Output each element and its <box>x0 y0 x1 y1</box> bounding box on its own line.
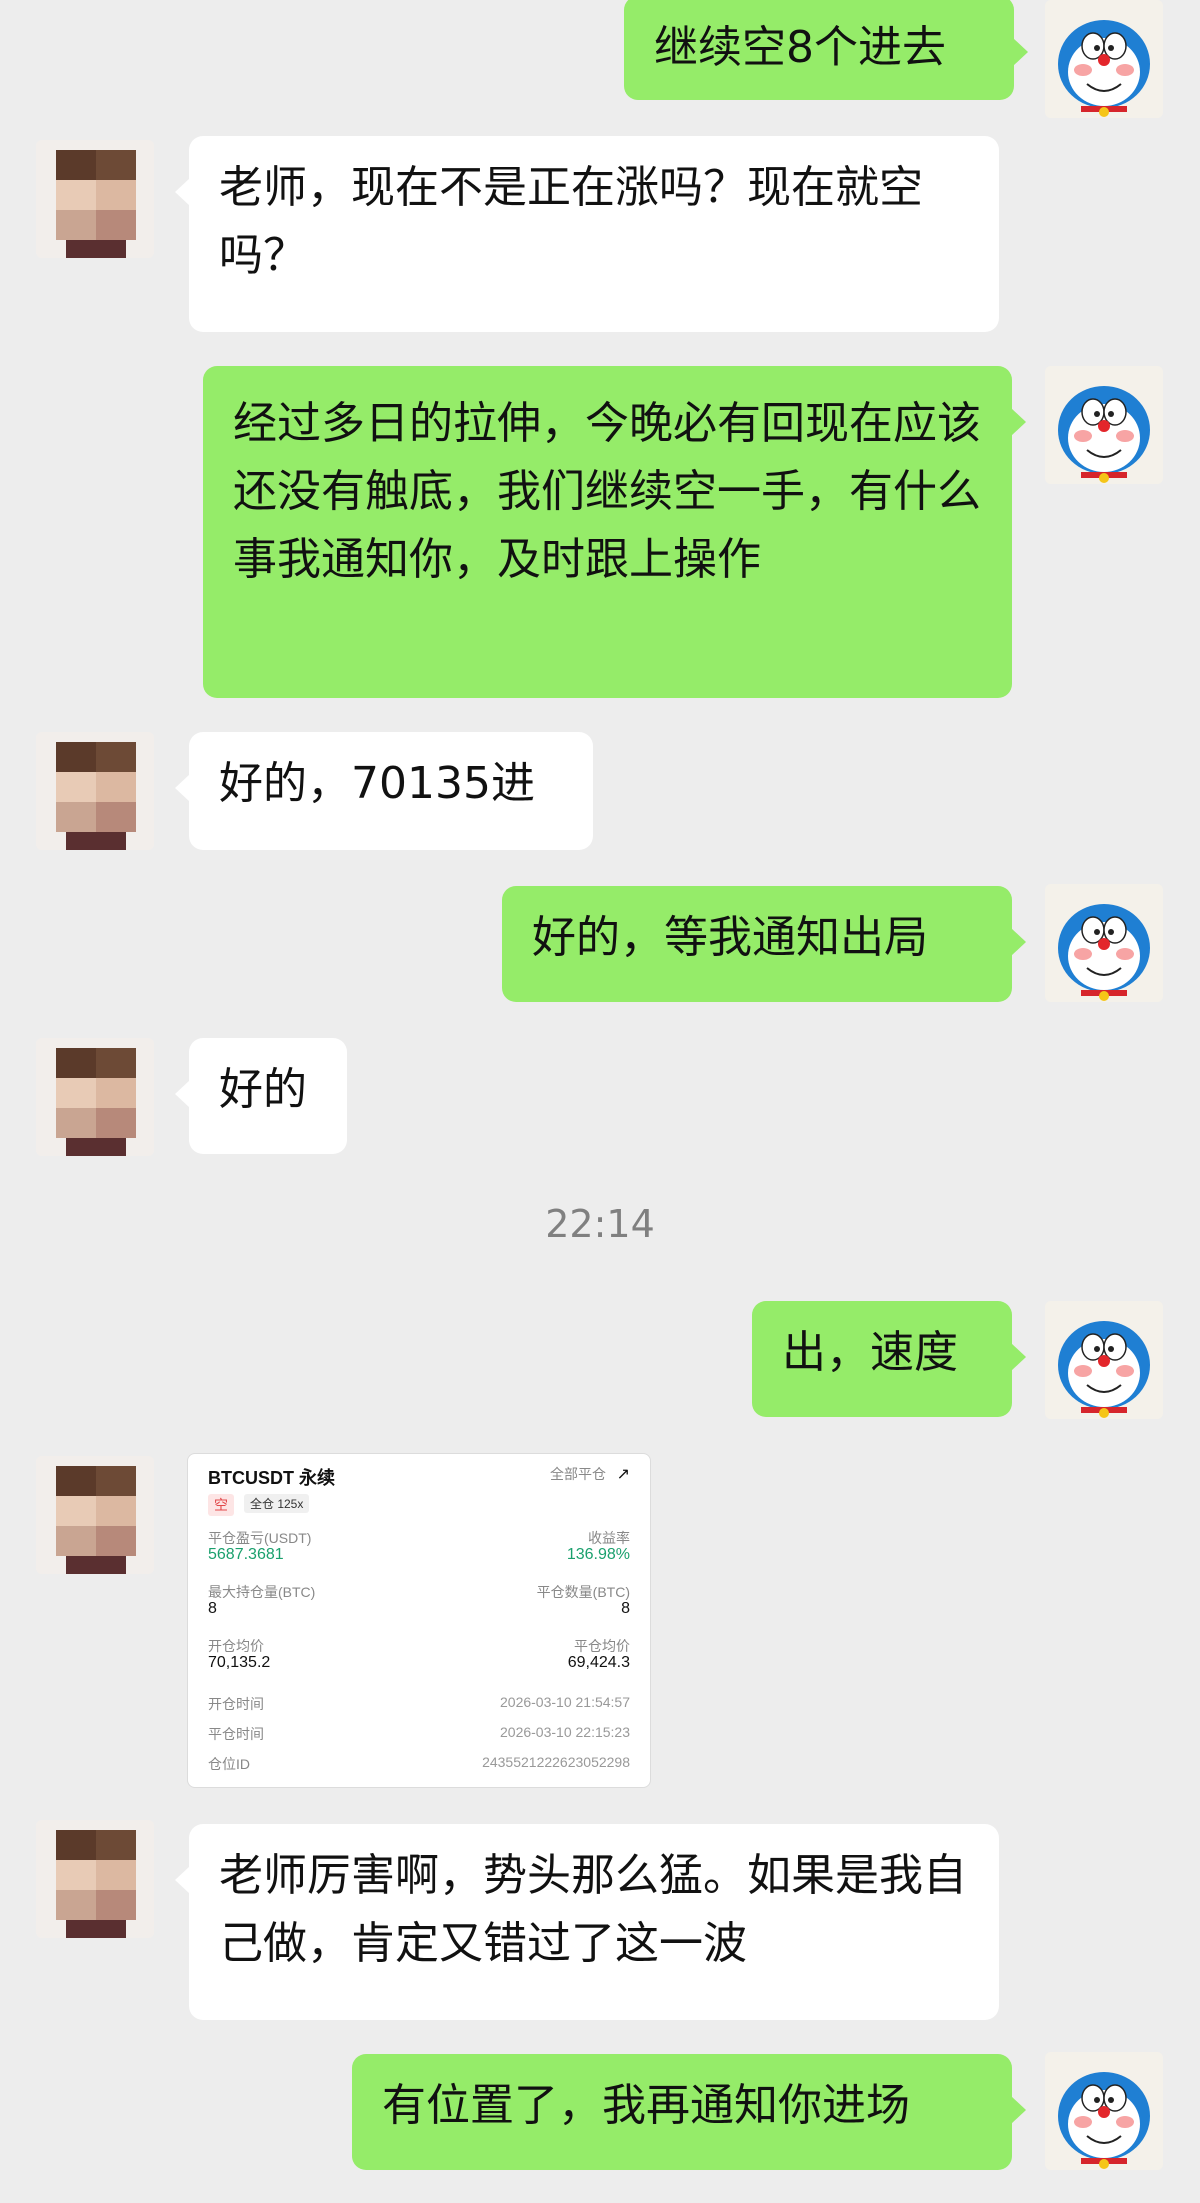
short-tag: 空 <box>208 1494 234 1516</box>
contact-avatar[interactable] <box>36 1456 154 1574</box>
contact-avatar[interactable] <box>36 1038 154 1156</box>
card-symbol: BTCUSDT 永续 <box>208 1468 335 1488</box>
message-bubble-received[interactable]: 好的 <box>175 1038 347 1154</box>
doraemon-avatar[interactable] <box>1045 884 1163 1002</box>
roi-label: 收益率 <box>588 1530 630 1546</box>
message-bubble-received[interactable]: 好的，70135进 <box>175 732 593 850</box>
contact-avatar[interactable] <box>36 140 154 258</box>
close-avg-value: 69,424.3 <box>567 1654 630 1671</box>
message-timestamp: 22:14 <box>545 1202 655 1246</box>
open-time-label: 开仓时间 <box>208 1696 264 1712</box>
message-bubble-received[interactable]: 老师，现在不是正在涨吗？现在就空吗？ <box>175 136 999 332</box>
message-bubble-sent[interactable]: 有位置了，我再通知你进场 <box>352 2054 1026 2170</box>
share-icon[interactable]: ↗ <box>617 1464 630 1484</box>
message-bubble-received[interactable]: 老师厉害啊，势头那么猛。如果是我自己做，肯定又错过了这一波 <box>175 1824 999 2020</box>
doraemon-avatar[interactable] <box>1045 1301 1163 1419</box>
close-quantity-value: 8 <box>621 1600 630 1617</box>
doraemon-avatar[interactable] <box>1045 0 1163 118</box>
message-bubble-sent[interactable]: 出，速度 <box>752 1301 1026 1417</box>
open-avg-value: 70,135.2 <box>208 1654 271 1671</box>
position-id-value: 2435521222623052298 <box>482 1754 630 1770</box>
open-avg-label: 开仓均价 <box>208 1638 264 1654</box>
close-time-label: 平仓时间 <box>208 1726 264 1742</box>
contact-avatar[interactable] <box>36 732 154 850</box>
doraemon-avatar[interactable] <box>1045 2052 1163 2170</box>
close-quantity-label: 平仓数量(BTC) <box>536 1584 630 1600</box>
position-id-label: 仓位ID <box>208 1756 250 1772</box>
close-avg-label: 平仓均价 <box>574 1638 630 1654</box>
close-all-label: 全部平仓 <box>550 1466 606 1482</box>
roi-value: 136.98% <box>566 1546 630 1563</box>
doraemon-avatar[interactable] <box>1045 366 1163 484</box>
open-time-value: 2026-03-10 21:54:57 <box>500 1694 630 1710</box>
message-bubble-sent[interactable]: 好的，等我通知出局 <box>502 886 1026 1002</box>
pnl-value: 5687.3681 <box>208 1546 284 1563</box>
margin-tag: 全仓 125x <box>244 1494 310 1513</box>
message-bubble-sent[interactable]: 经过多日的拉伸，今晚必有回现在应该还没有触底，我们继续空一手，有什么事我通知你，… <box>203 366 1026 698</box>
max-position-label: 最大持仓量(BTC) <box>208 1584 316 1600</box>
trade-record-card[interactable]: BTCUSDT 永续 全部平仓 ↗ 空 全仓 125x 平仓盈亏(USDT) 收… <box>187 1453 651 1788</box>
close-time-value: 2026-03-10 22:15:23 <box>500 1724 630 1740</box>
max-position-value: 8 <box>208 1600 217 1617</box>
message-bubble-sent[interactable]: 继续空8个进去 <box>624 0 1028 100</box>
pnl-label: 平仓盈亏(USDT) <box>208 1530 312 1546</box>
contact-avatar[interactable] <box>36 1820 154 1938</box>
